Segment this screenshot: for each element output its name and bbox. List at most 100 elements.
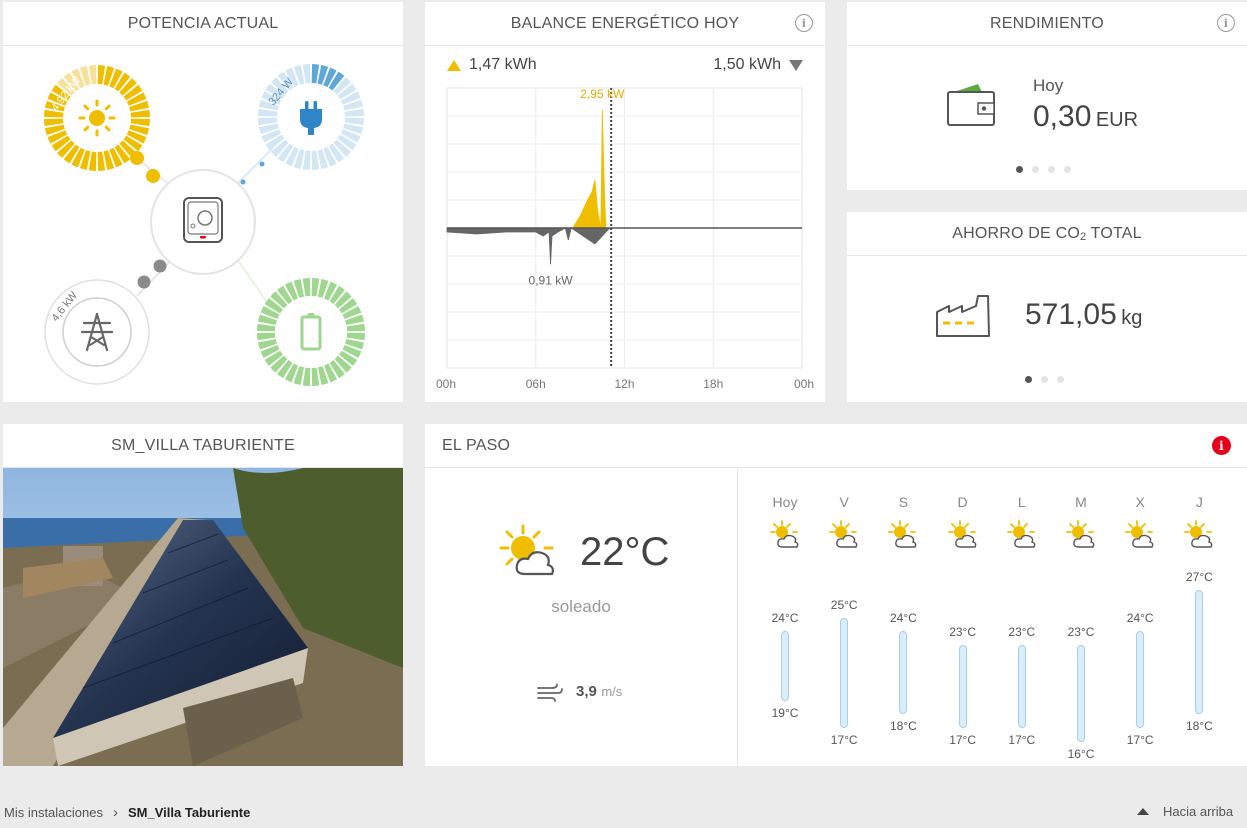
page-dot[interactable] bbox=[1048, 166, 1055, 173]
forecast-max-temp: 25°C bbox=[830, 597, 858, 612]
pv-ring-segment bbox=[130, 109, 150, 118]
x-tick-label: 18h bbox=[703, 377, 723, 391]
forecast-min-temp: 17°C bbox=[830, 733, 858, 748]
plant-title: SM_VILLA TABURIENTE bbox=[3, 424, 403, 468]
alert-icon[interactable]: i bbox=[1212, 436, 1231, 455]
yield-pagination[interactable] bbox=[1016, 166, 1071, 173]
balance-title-text: BALANCE ENERGÉTICO HOY bbox=[510, 14, 740, 32]
power-flow-diagram: 4,92 kW 324 W 4,6 kW bbox=[44, 64, 365, 386]
co2-amount: 571,05 kg bbox=[1025, 298, 1142, 332]
wind-icon bbox=[537, 683, 563, 702]
pv-ring-segment bbox=[88, 65, 97, 85]
consumption-flow-dot bbox=[240, 179, 246, 185]
info-icon[interactable]: i bbox=[1217, 14, 1235, 32]
pv-flow-dot bbox=[146, 169, 160, 183]
consumption-flow-dot bbox=[259, 161, 265, 167]
yield-unit: EUR bbox=[1095, 109, 1139, 131]
sun-cloud-icon bbox=[770, 520, 799, 548]
consumption-ring-segment bbox=[311, 64, 320, 84]
co2-unit: kg bbox=[1121, 307, 1143, 329]
page-dot[interactable] bbox=[1025, 376, 1032, 383]
temperature-range-bar bbox=[1017, 645, 1026, 729]
co2-card: AHORRO DE CO 2 TOTAL 571,05 kg bbox=[847, 212, 1247, 402]
page-dot[interactable] bbox=[1041, 376, 1048, 383]
current-temperature: 22°C bbox=[580, 530, 670, 574]
pv-ring-segment bbox=[130, 118, 150, 127]
breadcrumb-current: SM_Villa Taburiente bbox=[128, 805, 251, 820]
balance-title: BALANCE ENERGÉTICO HOY i bbox=[425, 2, 825, 46]
forecast-min-temp: 17°C bbox=[949, 733, 976, 748]
wallet-icon bbox=[947, 84, 995, 126]
forecast-day: M 23°C 16°C bbox=[1053, 468, 1109, 766]
sun-cloud-icon bbox=[947, 520, 976, 548]
pv-ring-segment bbox=[88, 151, 97, 171]
x-tick-label: 00h bbox=[794, 377, 814, 391]
consumption-ring-segment bbox=[302, 150, 311, 170]
forecast-day: X 24°C 17°C bbox=[1112, 468, 1168, 766]
weather-header: EL PASO i bbox=[425, 424, 1247, 468]
weather-condition: soleado bbox=[551, 597, 611, 616]
forecast-day-label: S bbox=[898, 494, 909, 510]
battery-ring-segment bbox=[302, 367, 311, 386]
temperature-range-bar bbox=[1195, 589, 1204, 715]
forecast-day: Hoy 24°C 19°C bbox=[757, 468, 813, 766]
wind-unit: m/s bbox=[601, 684, 623, 699]
forecast-min-temp: 16°C bbox=[1067, 747, 1095, 762]
wind-value: 3,9 bbox=[576, 683, 597, 700]
forecast-max-temp: 23°C bbox=[1008, 625, 1036, 640]
plant-card: SM_VILLA TABURIENTE bbox=[3, 424, 403, 766]
consumption-ring-segment bbox=[344, 117, 364, 126]
page-dot[interactable] bbox=[1064, 166, 1071, 173]
x-tick-label: 12h bbox=[614, 377, 634, 391]
sun-cloud-icon bbox=[1184, 520, 1213, 548]
consumption-ring: 324 W bbox=[258, 64, 364, 170]
breadcrumb: Mis instalaciones › SM_Villa Taburiente bbox=[4, 804, 250, 821]
temperature-range-bar bbox=[1077, 645, 1085, 743]
back-to-top-label: Hacia arriba bbox=[1163, 804, 1234, 819]
temperature-range-bar bbox=[899, 631, 908, 715]
consumption-ring-segment bbox=[302, 64, 311, 84]
footer: Mis instalaciones › SM_Villa Taburiente … bbox=[0, 792, 1247, 828]
plant-photo[interactable] bbox=[3, 468, 403, 766]
battery-ring-segment bbox=[311, 367, 320, 386]
forecast-day: V 25°C 17°C bbox=[816, 468, 872, 766]
balance-chart: 2,95 kW 0,91 kW 00h 06h 12h 18h 00h bbox=[436, 87, 814, 391]
forecast-day-label: M bbox=[1075, 494, 1087, 510]
co2-title-prefix: AHORRO DE CO bbox=[952, 224, 1080, 242]
sun-cloud-icon bbox=[499, 524, 554, 576]
co2-title-suffix: TOTAL bbox=[1086, 224, 1142, 242]
co2-pagination[interactable] bbox=[1025, 376, 1064, 383]
battery-ring-segment bbox=[311, 278, 320, 297]
battery-ring-segment bbox=[257, 332, 276, 341]
info-icon[interactable]: i bbox=[795, 14, 813, 32]
grid-flow-dot bbox=[153, 259, 167, 273]
pv-ring-segment bbox=[97, 151, 106, 171]
temperature-range-bar bbox=[958, 645, 967, 729]
peak-label: 2,95 kW bbox=[580, 87, 625, 101]
forecast-day-label: V bbox=[839, 494, 849, 510]
battery-ring bbox=[257, 278, 365, 386]
page-dot[interactable] bbox=[1032, 166, 1039, 173]
breadcrumb-separator: › bbox=[113, 804, 118, 821]
co2-value: 571,05 bbox=[1025, 298, 1117, 331]
balance-card: BALANCE ENERGÉTICO HOY i 1,47 kWh 1,50 k… bbox=[425, 2, 825, 402]
page-dot[interactable] bbox=[1016, 166, 1023, 173]
sun-cloud-icon bbox=[1006, 520, 1036, 548]
page-dot[interactable] bbox=[1057, 376, 1064, 383]
temperature-range-bar bbox=[1136, 631, 1145, 729]
caret-up-icon bbox=[1137, 808, 1149, 815]
forecast-day-label: D bbox=[957, 494, 968, 510]
breadcrumb-root[interactable]: Mis instalaciones bbox=[4, 805, 103, 820]
weather-title: EL PASO bbox=[442, 436, 511, 454]
forecast-min-temp: 17°C bbox=[1126, 733, 1154, 748]
back-to-top-link[interactable]: Hacia arriba bbox=[1137, 804, 1233, 819]
temperature-range-bar bbox=[781, 631, 789, 701]
sun-cloud-icon bbox=[1125, 520, 1154, 548]
yield-amount: 0,30 EUR bbox=[1033, 100, 1138, 134]
min-label: 0,91 kW bbox=[529, 273, 574, 287]
forecast-max-temp: 23°C bbox=[1067, 625, 1095, 640]
power-card: POTENCIA ACTUAL 4,92 kW 324 W 4,6 kW bbox=[3, 2, 403, 402]
forecast-day: D 23°C 17°C bbox=[935, 468, 991, 766]
yield-card: RENDIMIENTO i Hoy 0,30 EUR bbox=[847, 2, 1247, 190]
forecast-min-temp: 19°C bbox=[771, 705, 799, 720]
